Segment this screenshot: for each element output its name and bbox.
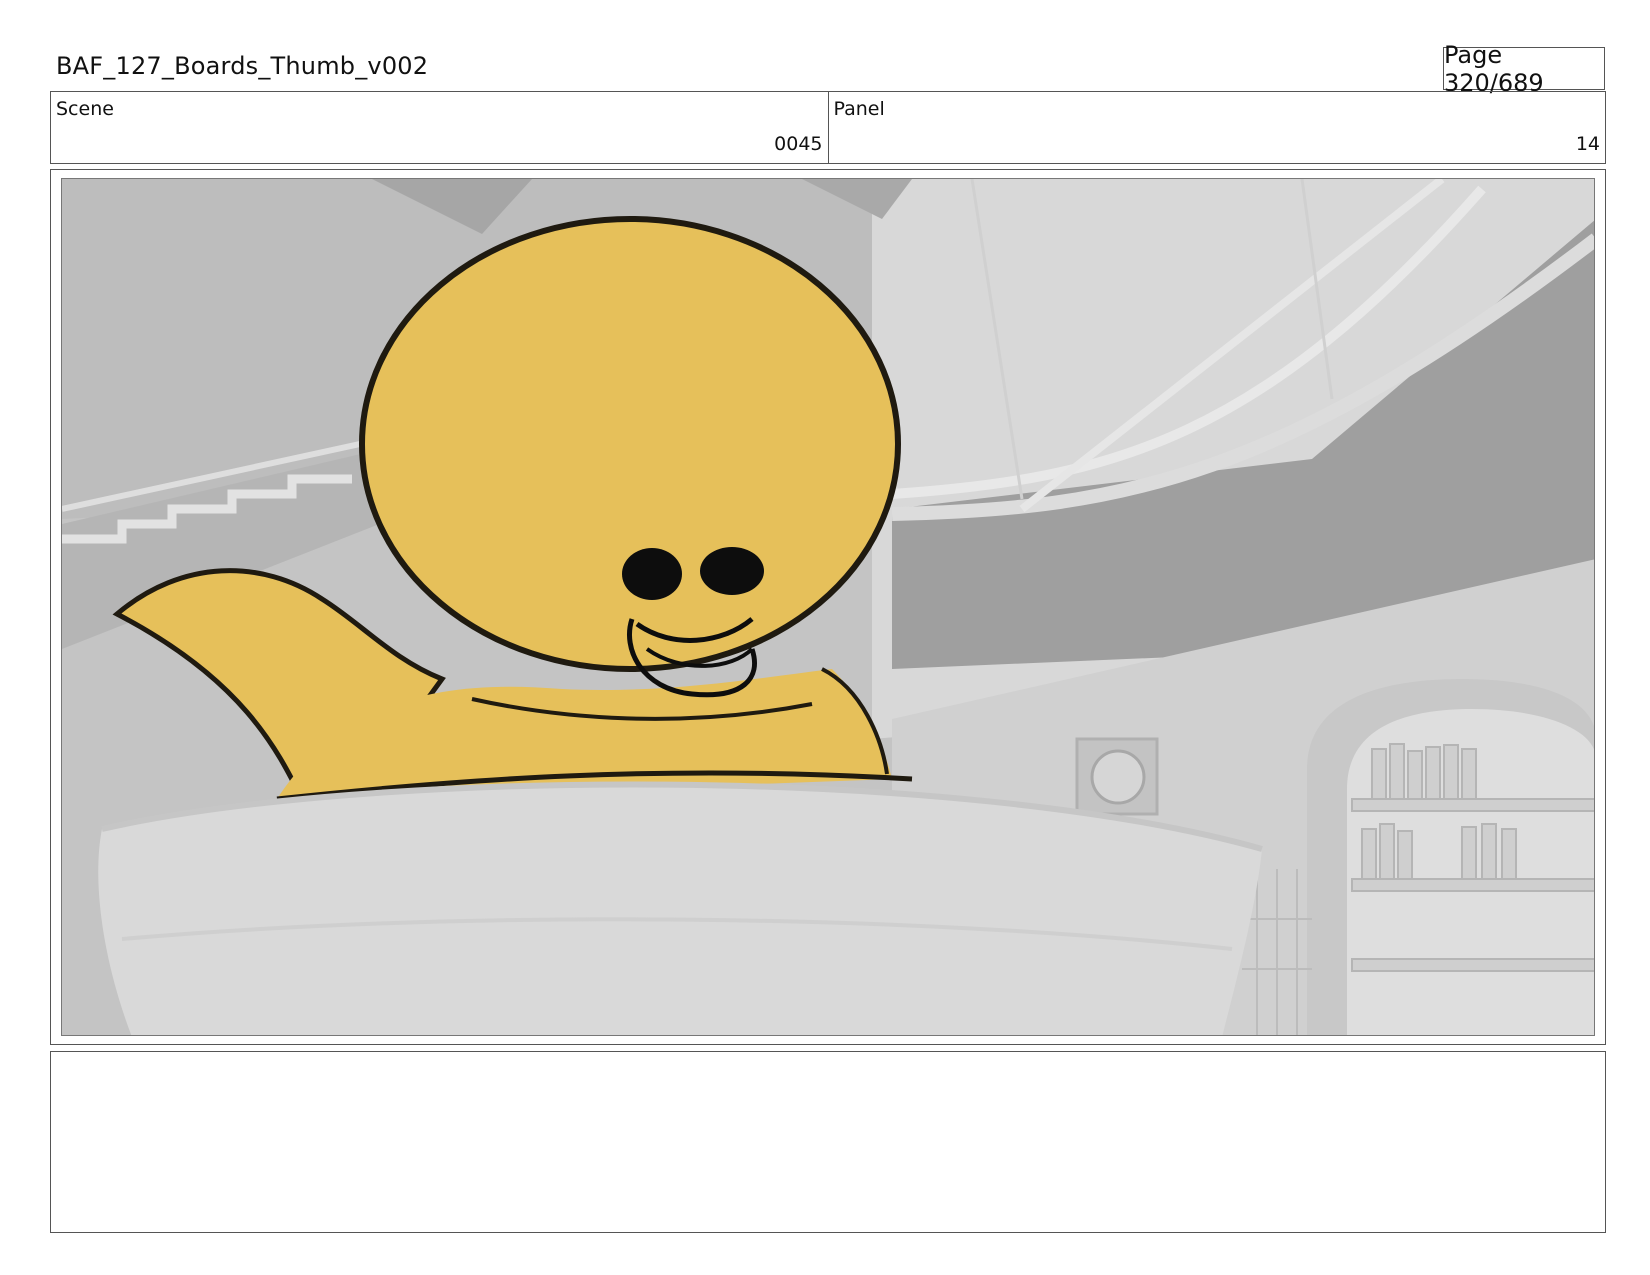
panel-number: 14 bbox=[1575, 133, 1600, 155]
vent-fan bbox=[1090, 749, 1146, 805]
page-number: Page 320/689 bbox=[1443, 41, 1605, 97]
storyboard-panel-image bbox=[61, 178, 1595, 1036]
document-title: BAF_127_Boards_Thumb_v002 bbox=[56, 52, 429, 80]
storyboard-panel-frame bbox=[50, 169, 1606, 1045]
foreground-pot bbox=[98, 784, 1262, 1035]
scene-label: Scene bbox=[56, 98, 114, 120]
scene-panel-info-row: Scene 0045 Panel 14 bbox=[50, 91, 1606, 164]
scene-cell: Scene 0045 bbox=[51, 92, 828, 163]
panel-label: Panel bbox=[833, 98, 885, 120]
storyboard-drawing bbox=[62, 179, 1594, 1035]
scene-number: 0045 bbox=[774, 133, 823, 155]
character-head bbox=[359, 216, 901, 672]
character-left-eye bbox=[622, 548, 682, 600]
panel-cell: Panel 14 bbox=[827, 92, 1606, 163]
panel-notes-box bbox=[50, 1051, 1606, 1233]
character-right-eye bbox=[700, 547, 764, 595]
